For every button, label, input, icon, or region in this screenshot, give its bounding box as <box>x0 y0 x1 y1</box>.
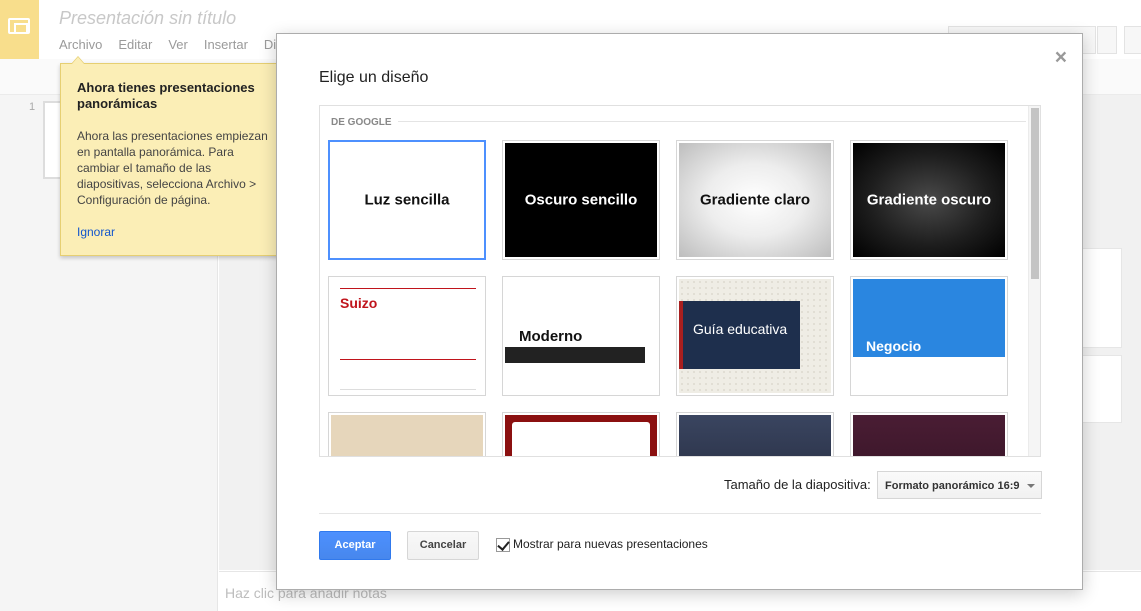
menu-archivo[interactable]: Archivo <box>59 37 102 52</box>
theme-gradiente-oscuro[interactable]: Gradiente oscuro <box>850 140 1008 260</box>
choose-theme-dialog: Elige un diseño × DE GOOGLE Luz sencilla… <box>276 33 1083 590</box>
cancel-button[interactable]: Cancelar <box>407 531 479 560</box>
theme-oscuro-sencillo[interactable]: Oscuro sencillo <box>502 140 660 260</box>
theme-label: Gradiente claro <box>699 191 811 209</box>
widescreen-tooltip: Ahora tienes presentaciones panorámicas … <box>60 56 294 256</box>
gallery-scrollbar[interactable] <box>1028 106 1040 456</box>
menu-editar[interactable]: Editar <box>118 37 152 52</box>
slide-number: 1 <box>29 101 36 113</box>
accept-button[interactable]: Aceptar <box>319 531 391 560</box>
dialog-title: Elige un diseño <box>319 69 429 86</box>
tooltip-dismiss-link[interactable]: Ignorar <box>77 225 115 239</box>
tooltip-body: Ahora las presentaciones empiezan en pan… <box>77 129 268 207</box>
menu-diapositiva[interactable]: Di <box>264 37 276 52</box>
canvas-side-panel <box>1080 355 1122 423</box>
divider <box>319 513 1041 514</box>
slide-size-select[interactable]: Formato panorámico 16:9 <box>877 471 1042 499</box>
theme-frame[interactable] <box>502 412 660 456</box>
tooltip-title: Ahora tienes presentaciones panorámicas <box>77 80 255 111</box>
slide-size-label: Tamaño de la diapositiva: <box>724 477 871 492</box>
theme-moderno[interactable]: Moderno <box>502 276 660 396</box>
decor-bar <box>505 347 645 363</box>
menu-ver[interactable]: Ver <box>168 37 188 52</box>
theme-guia-educativa[interactable]: Guía educativa <box>676 276 834 396</box>
show-for-new-checkbox[interactable] <box>496 538 510 552</box>
theme-plum[interactable] <box>850 412 1008 456</box>
theme-label: Luz sencilla <box>364 191 450 209</box>
divider <box>398 121 1026 122</box>
menu-bar: Archivo Editar Ver Insertar Di <box>59 37 276 52</box>
theme-beige[interactable] <box>328 412 486 456</box>
theme-suizo[interactable]: Suizo <box>328 276 486 396</box>
decor-line <box>340 359 476 360</box>
theme-label: Gradiente oscuro <box>866 191 992 209</box>
chevron-down-icon <box>1027 484 1035 488</box>
scrollbar-thumb[interactable] <box>1031 108 1039 279</box>
theme-gallery: DE GOOGLE Luz sencilla Oscuro sencillo G… <box>319 105 1041 457</box>
close-icon[interactable]: × <box>1055 46 1067 70</box>
theme-label: Oscuro sencillo <box>524 191 638 209</box>
decor-line <box>340 288 476 289</box>
slides-logo-icon[interactable] <box>0 0 39 59</box>
theme-label: Moderno <box>519 328 583 345</box>
theme-gradiente-claro[interactable]: Gradiente claro <box>676 140 834 260</box>
header-dropdown-button[interactable] <box>1097 26 1117 54</box>
theme-label: Suizo <box>340 295 378 311</box>
header-comments-button[interactable] <box>1124 26 1141 54</box>
slide-size-value: Formato panorámico 16:9 <box>885 480 1020 492</box>
theme-luz-sencilla[interactable]: Luz sencilla <box>328 140 486 260</box>
theme-negocio[interactable]: Negocio <box>850 276 1008 396</box>
menu-insertar[interactable]: Insertar <box>204 37 248 52</box>
theme-label: Guía educativa <box>693 321 788 337</box>
theme-navy[interactable] <box>676 412 834 456</box>
theme-label: Negocio <box>866 338 922 354</box>
decor-line <box>340 389 476 390</box>
document-title[interactable]: Presentación sin título <box>59 8 236 29</box>
section-label: DE GOOGLE <box>331 117 392 128</box>
canvas-side-panel <box>1080 248 1122 348</box>
show-for-new-label[interactable]: Mostrar para nuevas presentaciones <box>513 537 708 551</box>
